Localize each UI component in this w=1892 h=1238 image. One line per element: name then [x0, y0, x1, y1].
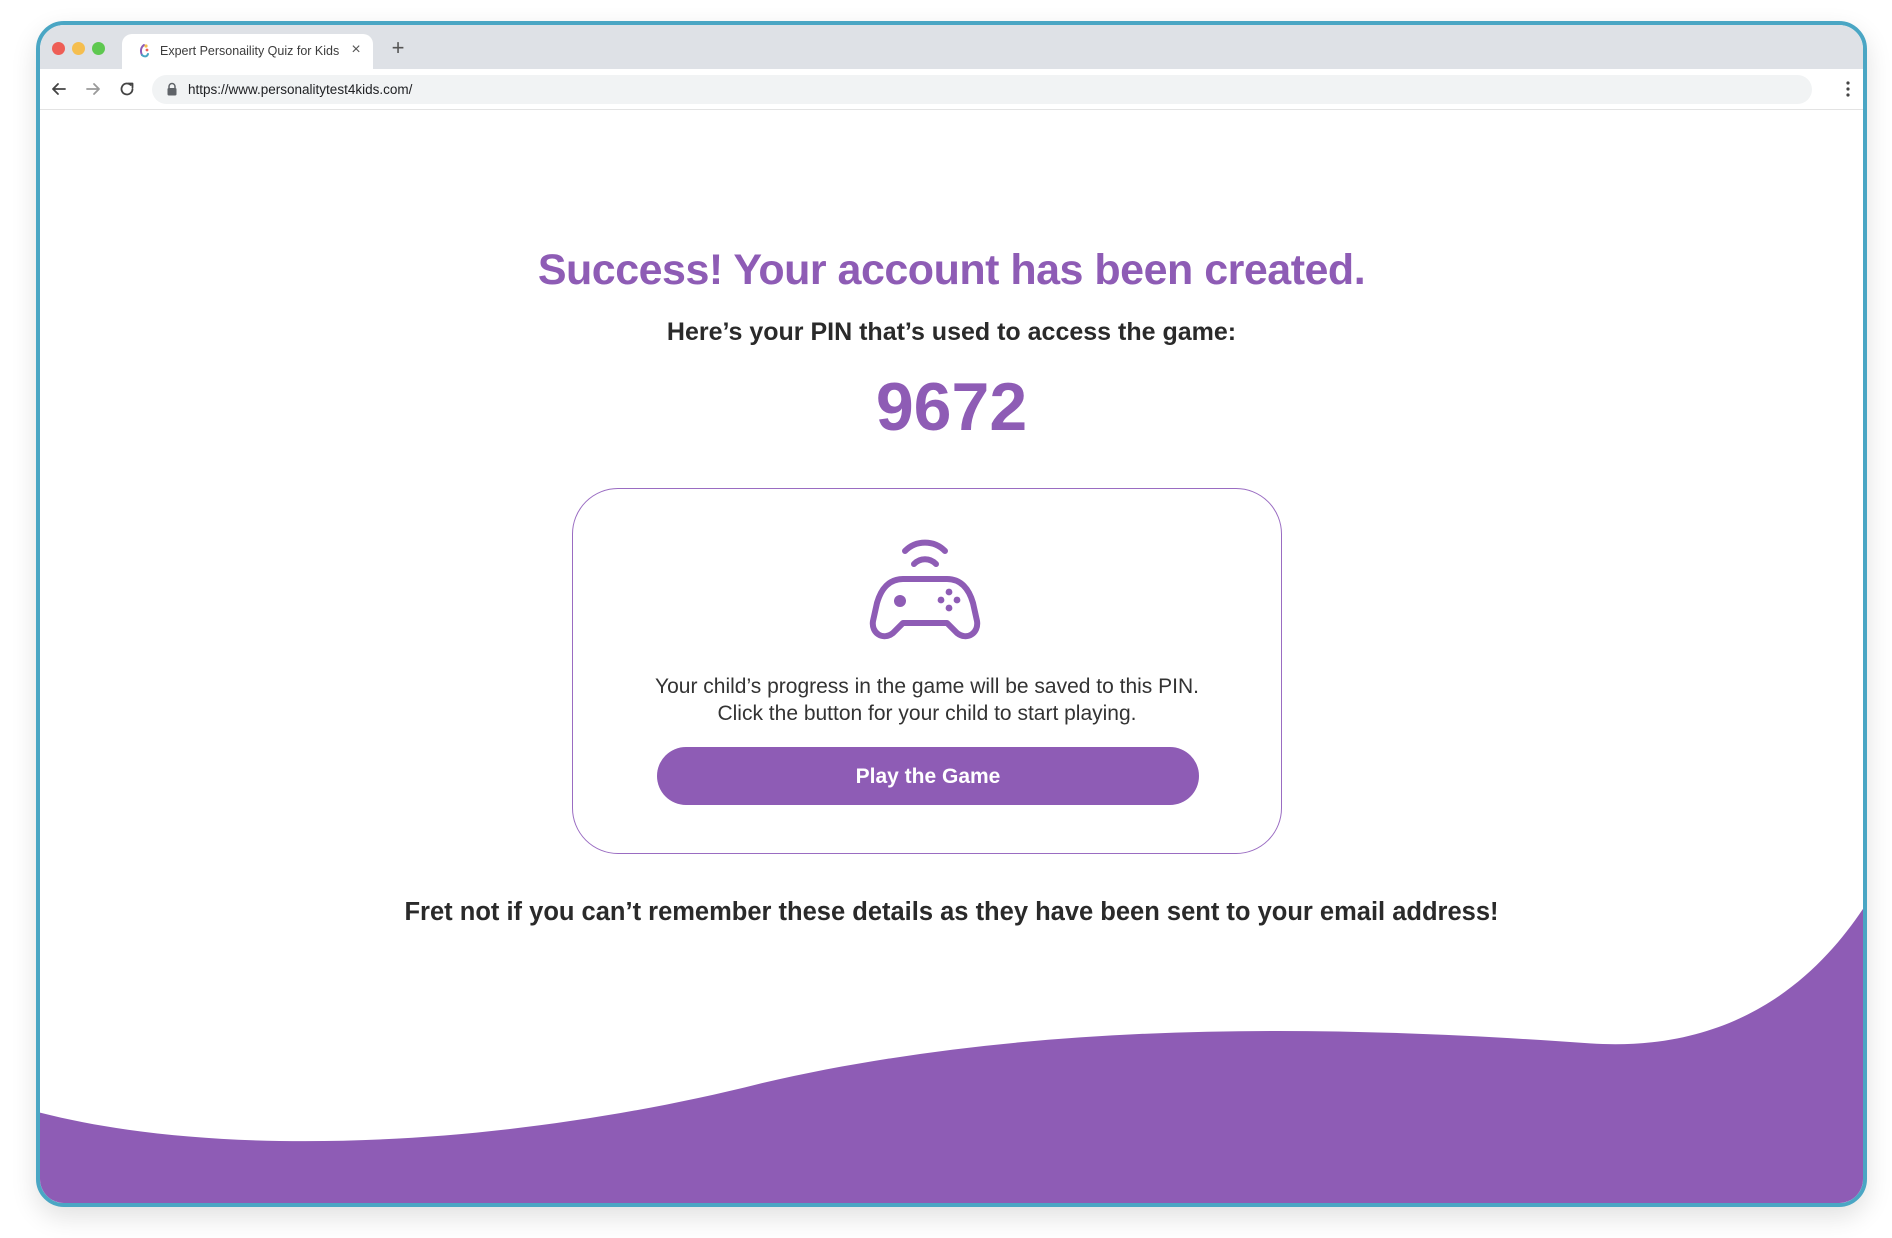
new-tab-icon[interactable]: + — [387, 36, 409, 60]
site-favicon-icon — [139, 44, 149, 58]
page-content: Success! Your account has been created. … — [40, 110, 1863, 1203]
browser-toolbar: https://www.personalitytest4kids.com/ — [40, 69, 1863, 110]
close-window-button[interactable] — [52, 42, 65, 55]
minimize-window-button[interactable] — [72, 42, 85, 55]
tab-bar: Expert Personaility Quiz for Kids × + — [40, 25, 1863, 69]
tab-close-icon[interactable]: × — [347, 41, 365, 59]
browser-menu-icon[interactable] — [1845, 79, 1851, 99]
pin-intro-text: Here’s your PIN that’s used to access th… — [666, 318, 1237, 346]
gamepad-wireless-icon — [869, 539, 981, 640]
maximize-window-button[interactable] — [92, 42, 105, 55]
lock-icon[interactable] — [166, 82, 178, 97]
tab-title: Expert Personaility Quiz for Kids — [160, 44, 340, 58]
page-title: Success! Your account has been created. — [537, 246, 1366, 294]
back-arrow-icon[interactable] — [48, 78, 70, 100]
address-bar[interactable]: https://www.personalitytest4kids.com/ — [152, 75, 1812, 104]
email-notice: Fret not if you can’t remember these det… — [404, 898, 1499, 926]
play-card: Your child’s progress in the game will b… — [572, 488, 1282, 854]
url-text[interactable]: https://www.personalitytest4kids.com/ — [188, 82, 412, 97]
play-game-button[interactable]: Play the Game — [657, 747, 1199, 805]
card-description: Your child’s progress in the game will b… — [573, 673, 1281, 727]
card-line-2: Click the button for your child to start… — [717, 702, 1137, 725]
pin-code: 9672 — [875, 369, 1028, 445]
card-line-1: Your child’s progress in the game will b… — [655, 675, 1199, 698]
reload-icon[interactable] — [116, 78, 138, 100]
browser-tab[interactable]: Expert Personaility Quiz for Kids × — [122, 34, 373, 69]
forward-arrow-icon[interactable] — [82, 78, 104, 100]
browser-window: Expert Personaility Quiz for Kids × + ht… — [36, 21, 1867, 1207]
